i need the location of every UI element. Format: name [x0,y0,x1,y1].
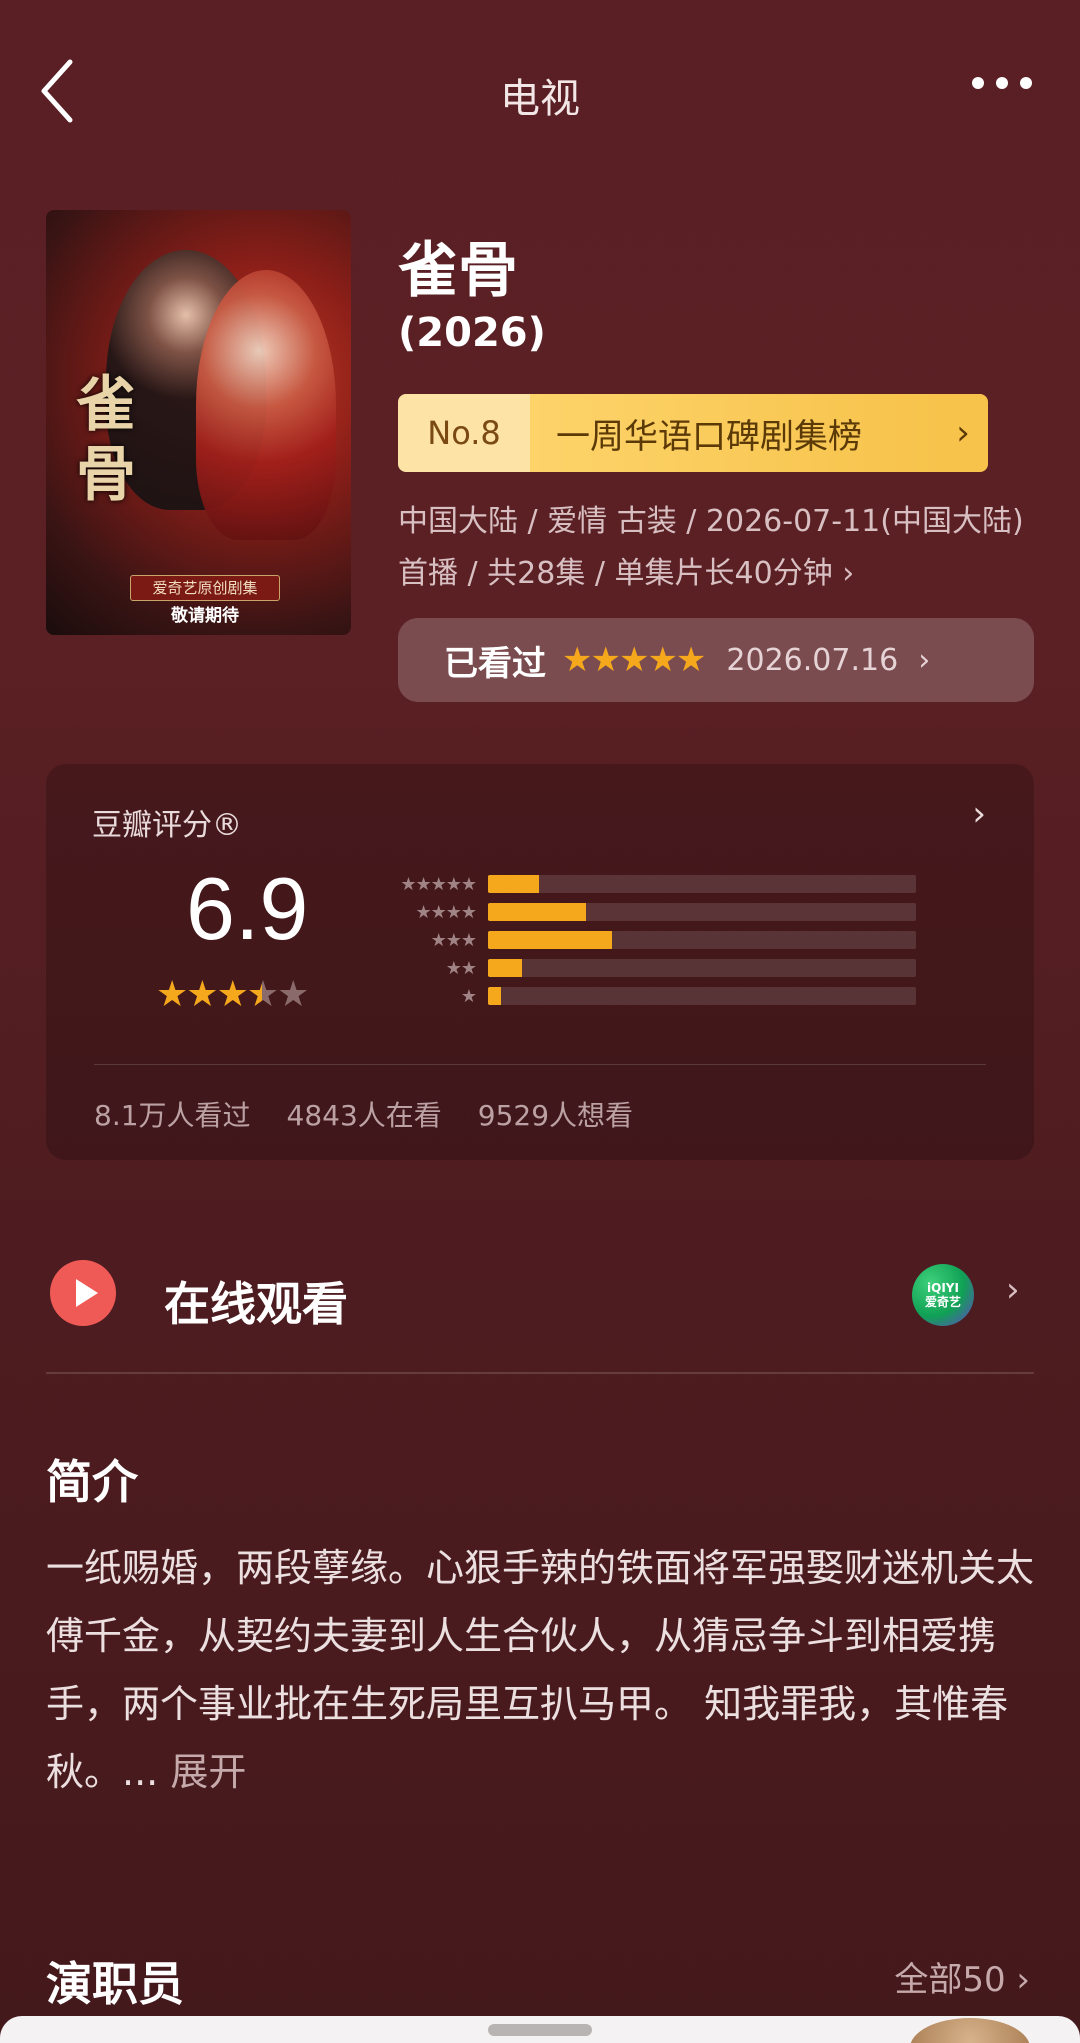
more-options-button[interactable] [962,68,1032,98]
star-icon: ★ [246,974,279,1015]
dot-icon [972,77,984,89]
rating-bar-row: ★★★★ [376,898,976,926]
show-year: (2026) [398,310,546,356]
expand-link[interactable]: 展开 [170,1750,246,1794]
bar-star-label: ★★★★★ [400,873,477,895]
show-title: 雀骨 [398,236,518,306]
douban-rating-card[interactable]: 豆瓣评分® › 6.9 ★★★★★ ★★★★★ ★★★★ ★★★ ★★ ★ 8.1万人看… [46,764,1034,1160]
top-bar: 电视 [0,0,1080,180]
bar-track [488,903,916,921]
bar-fill [488,987,501,1005]
bar-fill [488,903,587,921]
bar-track [488,931,916,949]
page-title: 电视 [500,76,580,122]
bar-star-label: ★ [460,985,477,1007]
dot-icon [1020,77,1032,89]
watched-label: 已看过 [444,643,546,684]
provider-logo-text-cn: 爱奇艺 [924,1295,961,1309]
divider [94,1064,986,1065]
bar-track [488,987,916,1005]
iqiyi-logo-icon: iQIYI 爱奇艺 [912,1264,974,1326]
intro-text: 一纸赐婚，两段孽缘。心狠手辣的铁面将军强娶财迷机关太傅千金，从契约夫妻到人生合伙… [46,1534,1036,1806]
ranking-badge[interactable]: No.8 一周华语口碑剧集榜 › [398,394,988,472]
rating-bar-row: ★ [376,982,976,1010]
bar-fill [488,959,523,977]
play-icon [50,1260,116,1326]
watch-online-row[interactable]: 在线观看 iQIYI 爱奇艺 › [46,1252,1034,1338]
star-icon: ★ [156,974,188,1015]
show-meta-info[interactable]: 中国大陆 / 爱情 古装 / 2026-07-11(中国大陆)首播 / 共28集… [398,496,1038,600]
rating-bar-row: ★★★ [376,926,976,954]
poster-calligraphy: 雀骨 [76,370,136,510]
rank-list-name: 一周华语口碑剧集榜 [530,394,938,472]
chevron-right-icon: › [1006,1270,1020,1310]
rating-distribution: ★★★★★ ★★★★ ★★★ ★★ ★ [376,870,976,1010]
rating-stats: 8.1万人看过 4843人在看 9529人想看 [94,1094,633,1134]
watch-online-label: 在线观看 [164,1277,348,1331]
cast-all-link[interactable]: 全部50 › [894,1952,1030,2001]
cast-heading: 演职员 [46,1957,184,2011]
bar-fill [488,875,540,893]
bar-track [488,875,916,893]
chevron-right-icon: › [972,794,986,834]
bar-fill [488,931,613,949]
rank-number: No.8 [398,394,530,472]
bar-track [488,959,916,977]
rating-score: 6.9 [186,859,309,958]
rating-bar-row: ★★★★★ [376,870,976,898]
stat-want: 9529人想看 [477,1099,634,1132]
poster-tag-original: 爱奇艺原创剧集 [130,575,280,601]
chevron-right-icon: › [938,394,988,472]
poster-image[interactable]: 雀骨 爱奇艺原创剧集 敬请期待 [46,210,351,635]
stat-watched: 8.1万人看过 [94,1099,251,1132]
drag-handle[interactable] [488,2024,592,2036]
watched-status-button[interactable]: 已看过 ★★★★★ 2026.07.16 › [398,618,1034,702]
rating-title: 豆瓣评分® [92,808,242,843]
provider-logo-text: iQIYI [927,1281,959,1295]
intro-heading: 简介 [46,1455,138,1509]
star-icon: ★ [186,974,218,1015]
my-rating-stars: ★★★★★ [562,640,706,680]
chevron-right-icon: › [918,642,931,678]
bar-star-label: ★★★ [430,929,477,951]
dot-icon [996,77,1008,89]
divider [46,1372,1034,1374]
poster-tag-coming: 敬请期待 [171,606,239,626]
watched-date: 2026.07.16 [726,642,899,678]
bar-star-label: ★★★★ [415,901,477,923]
bar-star-label: ★★ [445,957,477,979]
star-icon: ★ [277,974,309,1015]
rating-stars: ★★★★★ [156,974,309,1015]
stat-watching: 4843人在看 [286,1099,442,1132]
poster-figure-woman [196,270,336,540]
rating-bar-row: ★★ [376,954,976,982]
star-icon: ★ [216,974,249,1015]
